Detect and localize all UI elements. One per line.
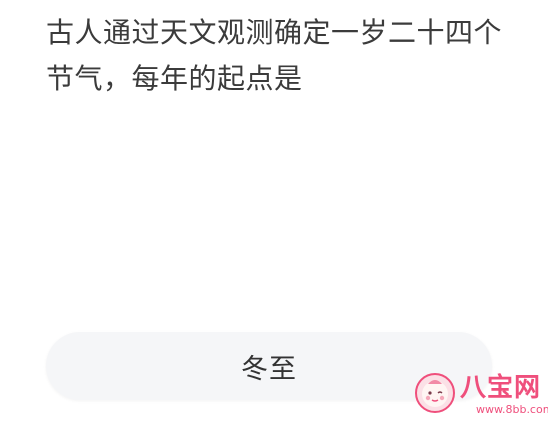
answer-option-label: 冬至 — [241, 353, 297, 385]
baby-face-logo-icon — [415, 373, 455, 413]
question-text: 古人通过天文观测确定一岁二十四个节气，每年的起点是 — [46, 16, 503, 95]
watermark-brand: 八宝网 — [460, 373, 542, 403]
watermark: 八宝网 www.8bb.com — [414, 368, 548, 421]
quiz-page: 古人通过天文观测确定一岁二十四个节气，每年的起点是 冬至 八宝网 www.8bb… — [0, 0, 548, 421]
watermark-url: www.8bb.com — [476, 403, 548, 416]
